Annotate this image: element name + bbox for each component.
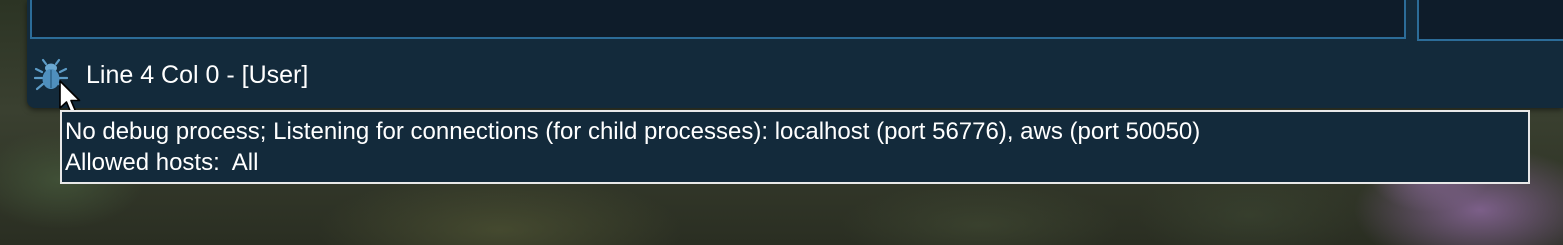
side-pane[interactable] <box>1417 0 1563 41</box>
tooltip-line-connections: No debug process; Listening for connecti… <box>65 118 1201 145</box>
tooltip-line-allowed-hosts: Allowed hosts: All <box>65 149 259 176</box>
desktop-background: Line 4 Col 0 - [User] No debug process; … <box>0 0 1563 245</box>
editor-pane[interactable] <box>30 0 1406 39</box>
cursor-position-text: Line 4 Col 0 - [User] <box>86 61 309 89</box>
status-bar: Line 4 Col 0 - [User] <box>27 44 1563 106</box>
ide-window: Line 4 Col 0 - [User] <box>27 0 1563 108</box>
debug-status-tooltip: No debug process; Listening for connecti… <box>60 110 1530 184</box>
